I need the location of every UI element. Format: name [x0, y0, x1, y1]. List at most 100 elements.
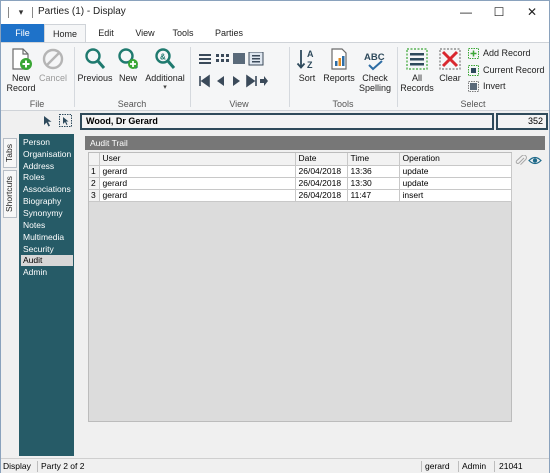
- select-pointer-icon[interactable]: [59, 114, 72, 127]
- attachment-icon[interactable]: [515, 155, 527, 166]
- ribbon: New Record Cancel File Previous New & Ad…: [1, 42, 549, 111]
- nav-item-audit[interactable]: Audit: [21, 255, 73, 266]
- previous-search-button[interactable]: Previous: [77, 47, 113, 83]
- check-spelling-label: Check Spelling: [358, 73, 392, 93]
- minimize-button[interactable]: —: [449, 1, 483, 24]
- cancel-button[interactable]: Cancel: [37, 47, 69, 83]
- new-label: New: [118, 73, 137, 83]
- row-number: 2: [89, 177, 100, 190]
- nav-item-multimedia[interactable]: Multimedia: [21, 232, 73, 243]
- nav-item-admin[interactable]: Admin: [21, 267, 73, 278]
- column-header-time[interactable]: Time: [347, 153, 400, 166]
- nav-item-person[interactable]: Person: [21, 137, 73, 148]
- tab-parties[interactable]: Parties: [207, 24, 251, 42]
- nav-item-notes[interactable]: Notes: [21, 220, 73, 231]
- tab-navigation-panel: Person Organisation Address Roles Associ…: [19, 134, 74, 456]
- svg-text:Z: Z: [307, 60, 313, 70]
- status-role: Admin: [462, 461, 487, 471]
- previous-label: Previous: [77, 73, 113, 83]
- add-record-icon: [468, 48, 479, 59]
- status-divider: [458, 461, 459, 472]
- all-records-button[interactable]: All Records: [400, 47, 434, 93]
- ribbon-divider: [74, 47, 75, 107]
- nav-item-biography[interactable]: Biography: [21, 196, 73, 207]
- select-group-label: Select: [460, 99, 486, 109]
- clear-label: Clear: [439, 73, 461, 83]
- view-mode-icons: [199, 52, 268, 88]
- tools-group-label: Tools: [332, 99, 354, 109]
- current-record-button[interactable]: Current Record: [468, 64, 545, 77]
- record-id-field: 352: [496, 113, 548, 130]
- select-all-icon: [406, 48, 428, 70]
- nav-item-synonymy[interactable]: Synonymy: [21, 208, 73, 219]
- maximize-button[interactable]: ☐: [482, 1, 516, 24]
- new-record-label: New Record: [6, 73, 36, 93]
- svg-text:A: A: [307, 49, 314, 59]
- cell-operation[interactable]: insert: [399, 189, 512, 202]
- table-row[interactable]: 2 gerard 26/04/2018 13:30 update: [89, 177, 512, 190]
- sort-button[interactable]: A Z Sort: [293, 47, 321, 83]
- view-group-label: View: [229, 99, 249, 109]
- column-header-user[interactable]: User: [99, 153, 296, 166]
- table-header-row: User Date Time Operation: [89, 153, 512, 166]
- table-row[interactable]: 1 gerard 26/04/2018 13:36 update: [89, 165, 512, 178]
- cell-date[interactable]: 26/04/2018: [295, 189, 348, 202]
- add-record-button[interactable]: Add Record: [468, 47, 531, 60]
- tab-edit[interactable]: Edit: [88, 24, 124, 42]
- titlebar-divider: [8, 7, 9, 18]
- cell-user[interactable]: gerard: [99, 177, 296, 190]
- reports-button[interactable]: Reports: [322, 47, 356, 83]
- new-search-icon: [118, 48, 139, 69]
- cell-date[interactable]: 26/04/2018: [295, 177, 348, 190]
- additional-search-icon: &: [155, 48, 176, 69]
- column-header-operation[interactable]: Operation: [399, 153, 512, 166]
- pointer-icon[interactable]: [43, 115, 53, 127]
- cell-user[interactable]: gerard: [99, 189, 296, 202]
- table-row[interactable]: 3 gerard 26/04/2018 11:47 insert: [89, 189, 512, 202]
- titlebar-divider: [32, 7, 33, 18]
- new-record-button[interactable]: New Record: [5, 47, 37, 93]
- tab-tabs[interactable]: Tabs: [3, 138, 17, 168]
- status-mode: Display: [3, 461, 31, 471]
- ribbon-divider: [190, 47, 191, 107]
- all-records-label: All Records: [400, 73, 434, 93]
- tab-shortcuts[interactable]: Shortcuts: [3, 170, 17, 218]
- nav-item-organisation[interactable]: Organisation: [21, 149, 73, 160]
- cell-operation[interactable]: update: [399, 177, 512, 190]
- tab-file[interactable]: File: [1, 24, 44, 42]
- tab-tools[interactable]: Tools: [165, 24, 201, 42]
- cell-date[interactable]: 26/04/2018: [295, 165, 348, 178]
- new-search-button[interactable]: New: [114, 47, 142, 83]
- additional-search-button[interactable]: & Additional ▾: [143, 47, 187, 93]
- ribbon-tab-strip: File Home Edit View Tools Parties: [1, 24, 549, 42]
- cell-time[interactable]: 11:47: [347, 189, 400, 202]
- nav-item-address[interactable]: Address: [21, 161, 73, 172]
- clear-selection-button[interactable]: Clear: [435, 47, 465, 83]
- cell-operation[interactable]: update: [399, 165, 512, 178]
- close-button[interactable]: ✕: [515, 1, 549, 24]
- cancel-label: Cancel: [38, 73, 67, 83]
- cell-time[interactable]: 13:30: [347, 177, 400, 190]
- cell-time[interactable]: 13:36: [347, 165, 400, 178]
- cancel-icon: [42, 48, 64, 70]
- quick-access-dropdown-icon[interactable]: ▾: [13, 4, 29, 20]
- status-bar: Display Party 2 of 2 gerard Admin 21041: [1, 458, 549, 473]
- row-number-header: [89, 153, 100, 166]
- eye-icon[interactable]: [528, 155, 542, 166]
- search-group-label: Search: [117, 99, 147, 109]
- cell-user[interactable]: gerard: [99, 165, 296, 178]
- nav-item-security[interactable]: Security: [21, 244, 73, 255]
- nav-toolbar: [19, 112, 75, 130]
- invert-selection-button[interactable]: Invert: [468, 80, 506, 93]
- tab-home[interactable]: Home: [44, 24, 86, 42]
- invert-label: Invert: [483, 81, 506, 91]
- new-record-icon: [12, 48, 32, 70]
- nav-item-associations[interactable]: Associations: [21, 184, 73, 195]
- nav-item-roles[interactable]: Roles: [21, 172, 73, 183]
- status-code: 21041: [499, 461, 523, 471]
- sort-label: Sort: [298, 73, 316, 83]
- column-header-date[interactable]: Date: [295, 153, 348, 166]
- tab-view[interactable]: View: [128, 24, 162, 42]
- check-spelling-button[interactable]: ABC Check Spelling: [357, 47, 393, 93]
- ribbon-divider: [289, 47, 290, 107]
